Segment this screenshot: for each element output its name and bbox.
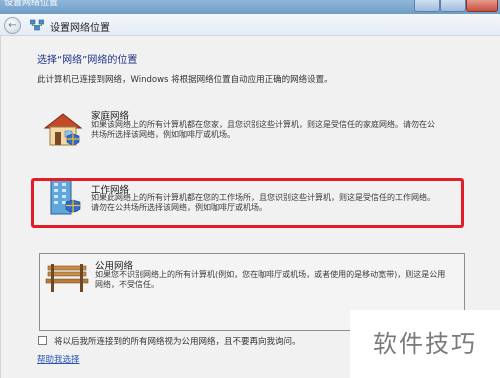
maximize-button[interactable] — [440, 0, 466, 12]
network-icon — [30, 19, 44, 31]
work-network-highlight — [31, 178, 464, 228]
minimize-button[interactable] — [414, 0, 440, 12]
home-icon — [43, 113, 83, 146]
page-description: 此计算机已连接到网络，Windows 将根据网络位置自动应用正确的网络设置。 — [37, 75, 333, 85]
home-network-description: 如果该网络上的所有计算机都在您家，且您识别这些计算机，则这是受信任的家庭网络。请… — [91, 120, 435, 139]
home-network-option[interactable]: 家庭网络 如果该网络上的所有计算机都在您家，且您识别这些计算机，则这是受信任的家… — [37, 108, 437, 152]
treat-all-public-label: 将以后我所连接到的所有网络视为公用网络，且不要再向我询问。 — [54, 337, 301, 347]
treat-all-public-checkbox[interactable] — [38, 336, 47, 345]
navigation-bar: ← 设置网络位置 — [0, 14, 500, 36]
park-bench-icon — [45, 264, 89, 292]
close-button[interactable] — [466, 0, 498, 12]
window-title: 设置网络位置 — [4, 0, 59, 8]
public-network-option[interactable]: 公用网络 如果您不识别网络上的所有计算机(例如，您在咖啡厅或机场，或者使用的是移… — [37, 258, 445, 302]
public-network-description: 如果您不识别网络上的所有计算机(例如，您在咖啡厅或机场，或者使用的是移动宽带)，… — [95, 270, 446, 289]
page-heading: 选择“网络”网络的位置 — [37, 55, 138, 66]
help-me-choose-link[interactable]: 帮助我选择 — [37, 353, 80, 365]
watermark: 软件技巧 — [350, 310, 500, 378]
back-button[interactable]: ← — [4, 17, 21, 34]
window-titlebar: 设置网络位置 — [0, 0, 500, 14]
nav-title: 设置网络位置 — [50, 23, 110, 34]
